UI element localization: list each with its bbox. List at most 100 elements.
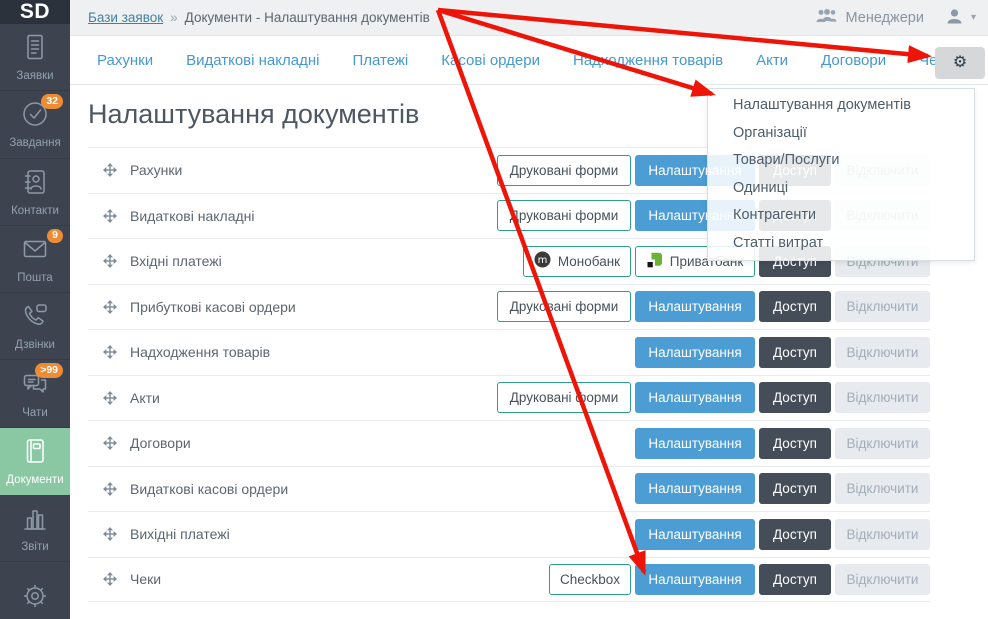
settings-button[interactable]: Налаштування xyxy=(635,337,755,368)
sidebar-item-label: Звіти xyxy=(21,541,48,553)
tab-5[interactable]: Надходження товарів xyxy=(573,52,723,69)
access-button[interactable]: Доступ xyxy=(759,473,831,504)
documents-settings-gear-button[interactable]: ⚙ xyxy=(935,47,985,79)
sidebar-item-document[interactable]: Заявки xyxy=(0,24,70,91)
row-actions: НалаштуванняДоступВідключити xyxy=(635,428,930,459)
drag-handle-icon[interactable] xyxy=(103,436,117,450)
dropdown-item-5[interactable]: Контрагенти xyxy=(708,202,974,230)
sidebar-item-mail[interactable]: 9 Пошта xyxy=(0,226,70,293)
row-actions: CheckboxНалаштуванняДоступВідключити xyxy=(549,564,930,595)
access-button[interactable]: Доступ xyxy=(759,519,831,550)
chevron-down-icon[interactable]: ▾ xyxy=(971,12,976,23)
drag-handle-icon[interactable] xyxy=(103,527,117,541)
disable-button[interactable]: Відключити xyxy=(835,473,930,504)
drag-handle-icon[interactable] xyxy=(103,300,117,314)
document-type-label: Вихідні платежі xyxy=(130,526,635,542)
drag-handle-icon[interactable] xyxy=(103,254,117,268)
disable-button[interactable]: Відключити xyxy=(835,382,930,413)
drag-handle-icon[interactable] xyxy=(103,163,117,177)
user-icon[interactable] xyxy=(947,9,962,27)
print-forms-button[interactable]: Друковані форми xyxy=(497,291,631,322)
disable-button[interactable]: Відключити xyxy=(835,291,930,322)
privatbank-icon xyxy=(647,252,663,271)
table-row: Прибуткові касові ордериДруковані формиН… xyxy=(88,284,930,330)
print-forms-button[interactable]: Друковані форми xyxy=(497,155,631,186)
unread-badge: 9 xyxy=(47,229,63,244)
svg-text:m: m xyxy=(538,255,548,266)
sidebar-item-tasks[interactable]: 32 Завдання xyxy=(0,91,70,158)
tab-7[interactable]: Договори xyxy=(821,52,886,69)
dropdown-item-1[interactable]: Налаштування документів xyxy=(708,92,974,120)
sidebar-item-reports[interactable]: Звіти xyxy=(0,495,70,562)
document-type-label: Надходження товарів xyxy=(130,344,635,360)
row-actions: Друковані формиНалаштуванняДоступВідключ… xyxy=(497,382,930,413)
access-button[interactable]: Доступ xyxy=(759,564,831,595)
drag-handle-icon[interactable] xyxy=(103,391,117,405)
table-row: ЧекиCheckboxНалаштуванняДоступВідключити xyxy=(88,557,930,603)
documents-icon xyxy=(20,436,50,471)
document-type-label: Акти xyxy=(130,390,497,406)
settings-button[interactable]: Налаштування xyxy=(635,564,755,595)
access-button[interactable]: Доступ xyxy=(759,337,831,368)
sidebar-item-calls[interactable]: Дзвінки xyxy=(0,293,70,360)
dropdown-item-6[interactable]: Статті витрат xyxy=(708,230,974,258)
sidebar: SD Заявки 32 Завдання Контакти 9 Пошта Дзвінки… xyxy=(0,0,70,619)
tab-1[interactable]: Рахунки xyxy=(97,52,153,69)
disable-button[interactable]: Відключити xyxy=(835,564,930,595)
drag-handle-icon[interactable] xyxy=(103,572,117,586)
row-actions: НалаштуванняДоступВідключити xyxy=(635,519,930,550)
monobank-button[interactable]: mМонобанк xyxy=(523,246,631,277)
breadcrumb: Бази заявок » Документи - Налаштування д… xyxy=(88,10,430,25)
disable-button[interactable]: Відключити xyxy=(835,428,930,459)
document-tabs: Рахунки Видаткові накладні Платежі Касові о… xyxy=(70,52,952,69)
tab-2[interactable]: Видаткові накладні xyxy=(186,52,319,69)
drag-handle-icon[interactable] xyxy=(103,209,117,223)
dropdown-item-2[interactable]: Організації xyxy=(708,120,974,148)
tab-4[interactable]: Касові ордери xyxy=(441,52,540,69)
dropdown-item-3[interactable]: Товари/Послуги xyxy=(708,147,974,175)
settings-button[interactable]: Налаштування xyxy=(635,473,755,504)
sidebar-item-chats[interactable]: >99Чати xyxy=(0,360,70,427)
table-row: АктиДруковані формиНалаштуванняДоступВід… xyxy=(88,375,930,421)
app-root: SD Заявки 32 Завдання Контакти 9 Пошта Дзвінки… xyxy=(0,0,988,619)
sidebar-item-contacts[interactable]: Контакти xyxy=(0,159,70,226)
access-button[interactable]: Доступ xyxy=(759,382,831,413)
disable-button[interactable]: Відключити xyxy=(835,337,930,368)
unread-badge: >99 xyxy=(35,363,63,378)
sidebar-item-documents[interactable]: Документи xyxy=(0,428,70,495)
drag-handle-icon[interactable] xyxy=(103,345,117,359)
app-logo[interactable]: SD xyxy=(0,0,70,24)
unread-badge: 32 xyxy=(41,94,63,109)
settings-button[interactable]: Налаштування xyxy=(635,519,755,550)
sidebar-item-label: Заявки xyxy=(16,70,53,82)
sidebar-item-label: Завдання xyxy=(9,137,60,149)
checkbox-button[interactable]: Checkbox xyxy=(549,564,631,595)
contacts-icon xyxy=(20,167,50,202)
settings-button[interactable]: Налаштування xyxy=(635,382,755,413)
topbar-right: Менеджери ▾ xyxy=(816,9,976,27)
document-icon xyxy=(20,32,50,67)
document-type-label: Договори xyxy=(130,435,635,451)
drag-handle-icon[interactable] xyxy=(103,482,117,496)
dropdown-item-4[interactable]: Одиниці xyxy=(708,175,974,203)
settings-dropdown-menu: Налаштування документівОрганізаціїТовари… xyxy=(707,88,975,261)
settings-button[interactable]: Налаштування xyxy=(635,428,755,459)
disable-button[interactable]: Відключити xyxy=(835,519,930,550)
tab-6[interactable]: Акти xyxy=(756,52,788,69)
sidebar-item-label: Дзвінки xyxy=(15,339,55,351)
table-row: Вихідні платежіНалаштуванняДоступВідключ… xyxy=(88,511,930,557)
tab-3[interactable]: Платежі xyxy=(352,52,408,69)
breadcrumb-link[interactable]: Бази заявок xyxy=(88,10,163,25)
sidebar-item-settings[interactable] xyxy=(0,562,70,619)
table-row: ДоговориНалаштуванняДоступВідключити xyxy=(88,420,930,466)
sidebar-item-label: Документи xyxy=(6,474,63,486)
access-button[interactable]: Доступ xyxy=(759,291,831,322)
sidebar-item-label: Пошта xyxy=(17,272,52,284)
gear-icon xyxy=(20,580,50,619)
breadcrumb-current: Документи - Налаштування документів xyxy=(185,10,430,25)
managers-label[interactable]: Менеджери xyxy=(846,10,924,26)
print-forms-button[interactable]: Друковані форми xyxy=(497,382,631,413)
settings-button[interactable]: Налаштування xyxy=(635,291,755,322)
access-button[interactable]: Доступ xyxy=(759,428,831,459)
print-forms-button[interactable]: Друковані форми xyxy=(497,200,631,231)
